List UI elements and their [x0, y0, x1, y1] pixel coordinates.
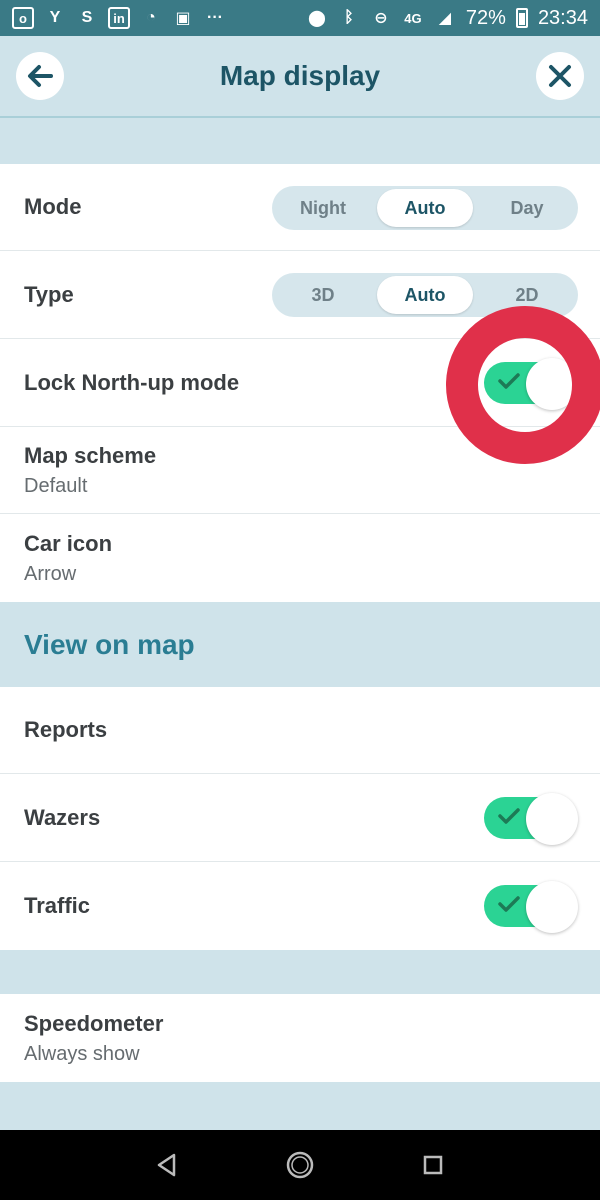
status-system: ⬤ ᛒ ⊖ 4G ◢ 72% 23:34: [306, 7, 588, 30]
mid-spacer: [0, 950, 600, 994]
wifi-unknown-icon: ◔: [146, 9, 156, 26]
reports-label: Reports: [24, 717, 108, 742]
traffic-toggle[interactable]: [484, 881, 578, 933]
outlook-icon: o: [12, 7, 34, 29]
battery-icon: [515, 8, 528, 28]
linkedin-icon: in: [108, 7, 130, 29]
map-scheme-value: Default: [24, 474, 88, 497]
car-icon-value: Arrow: [24, 562, 77, 585]
more-notifications-icon: ···: [207, 9, 223, 26]
status-bar: o Y S in ◔ ▣ ··· ⬤ ᛒ ⊖ 4G ◢ 72% 23:34: [0, 0, 600, 36]
network-type: 4G: [404, 10, 422, 26]
status-notifications: o Y S in ◔ ▣ ···: [12, 7, 226, 29]
battery-percent: 72%: [465, 6, 506, 29]
toggle-knob: [526, 881, 578, 933]
back-button[interactable]: [16, 52, 64, 100]
bluetooth-icon: ᛒ: [344, 9, 354, 26]
mode-option-day[interactable]: Day: [479, 189, 575, 227]
nav-home-button[interactable]: [280, 1145, 320, 1185]
signal-icon: ◢: [438, 10, 452, 27]
dnd-icon: ⊖: [374, 10, 388, 27]
mode-option-auto[interactable]: Auto: [377, 189, 473, 227]
wazers-row[interactable]: Wazers: [0, 774, 600, 862]
nav-recent-button[interactable]: [413, 1145, 453, 1185]
mode-segmented-control: Night Auto Day: [272, 186, 578, 230]
view-on-map-section: View on map: [0, 602, 600, 687]
check-icon: [498, 808, 520, 824]
close-button[interactable]: [536, 52, 584, 100]
circle-home-icon: [286, 1151, 314, 1179]
square-recent-icon: [424, 1155, 443, 1175]
speedometer-label: Speedometer: [24, 1010, 164, 1036]
yammer-icon: Y: [49, 9, 61, 26]
section-title: View on map: [24, 628, 195, 660]
car-icon-label: Car icon: [24, 530, 113, 556]
reports-row[interactable]: Reports: [0, 687, 600, 774]
traffic-row[interactable]: Traffic: [0, 862, 600, 950]
bottom-spacer: [0, 1082, 600, 1130]
mode-option-night[interactable]: Night: [275, 189, 371, 227]
speedometer-value: Always show: [24, 1042, 140, 1065]
mode-row: Mode Night Auto Day: [0, 164, 600, 251]
skype-icon: S: [81, 9, 93, 26]
highlight-circle: [446, 306, 600, 464]
close-icon: [549, 65, 571, 87]
location-icon: ⬤: [307, 10, 326, 27]
type-option-3d[interactable]: 3D: [275, 276, 371, 314]
speedometer-row[interactable]: Speedometer Always show: [0, 994, 600, 1082]
gallery-icon: ▣: [175, 10, 191, 27]
system-nav-bar: [0, 1130, 600, 1200]
nav-back-button[interactable]: [147, 1145, 187, 1185]
triangle-back-icon: [157, 1153, 175, 1177]
header: Map display: [0, 36, 600, 118]
wazers-toggle[interactable]: [484, 793, 578, 845]
car-icon-row[interactable]: Car icon Arrow: [0, 514, 600, 602]
page-title: Map display: [219, 60, 381, 91]
clock: 23:34: [537, 6, 588, 29]
toggle-knob: [526, 793, 578, 845]
arrow-left-icon: [28, 65, 53, 87]
check-icon: [498, 896, 520, 912]
type-option-auto[interactable]: Auto: [377, 276, 473, 314]
top-spacer: [0, 120, 600, 164]
